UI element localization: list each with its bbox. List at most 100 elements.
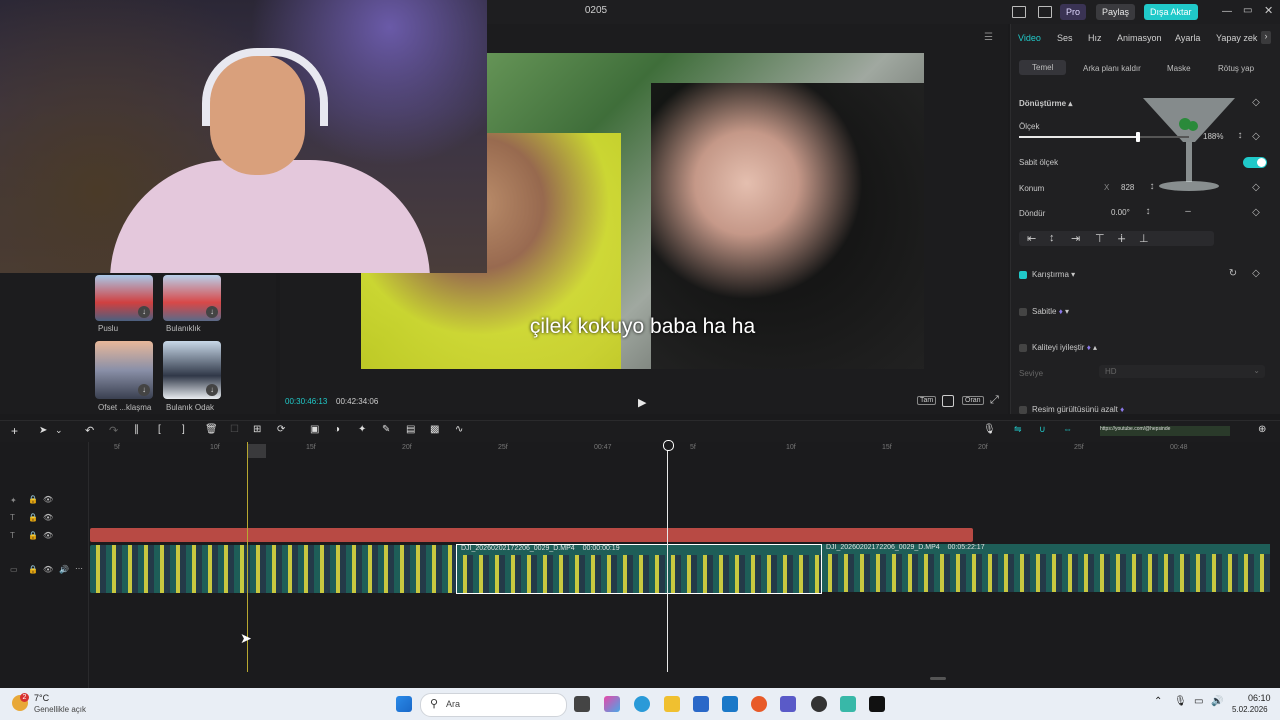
shield-icon[interactable]: ☐	[230, 424, 239, 435]
full-quality-button[interactable]: Tam	[917, 396, 937, 405]
blend-checkbox[interactable]	[1019, 271, 1027, 279]
download-icon[interactable]: ↓	[206, 306, 218, 318]
share-button[interactable]: Paylaş	[1096, 4, 1136, 20]
microphone-tray-icon[interactable]: 🎙	[1174, 696, 1187, 707]
align-left-icon[interactable]: ⇤	[1027, 232, 1036, 245]
store-icon[interactable]	[693, 696, 709, 712]
lock-icon[interactable]: 🔒	[28, 495, 38, 504]
tab-audio[interactable]: Ses	[1057, 33, 1073, 43]
ratio-button[interactable]: Oran	[962, 396, 984, 405]
enhance-heading[interactable]: Kaliteyi iyileştir ♦ ▴	[1032, 343, 1097, 352]
stabilize-checkbox[interactable]	[1019, 308, 1027, 316]
tab-video[interactable]: Video	[1018, 33, 1041, 43]
close-icon[interactable]: ✕	[1264, 4, 1273, 17]
subtab-remove-bg[interactable]: Arka planı kaldır	[1083, 64, 1141, 73]
crop-icon[interactable]: ⊞	[253, 424, 261, 435]
chevron-down-icon[interactable]: ⌄	[55, 425, 63, 436]
clock-date[interactable]: 5.02.2026	[1232, 705, 1268, 714]
eye-icon[interactable]: 👁	[43, 513, 53, 522]
fullscreen-icon[interactable]: ⤢	[990, 394, 999, 407]
lock-icon[interactable]: 🔒	[28, 513, 38, 522]
transform-heading[interactable]: Dönüştürme ▴	[1019, 99, 1072, 108]
shortcut-icon[interactable]	[1038, 6, 1052, 18]
media-app-icon[interactable]	[811, 696, 827, 712]
subtab-basic[interactable]: Temel	[1019, 60, 1067, 75]
audio-wave-icon[interactable]: ∿	[455, 424, 463, 435]
video-clip[interactable]	[90, 545, 456, 593]
snap-icon[interactable]: ⇔	[1063, 424, 1072, 434]
transform-icon[interactable]: ⟳	[277, 424, 285, 435]
keyframe-icon[interactable]: ◇	[1249, 130, 1263, 144]
align-top-icon[interactable]: ⊤	[1095, 232, 1105, 245]
keyframe-icon[interactable]: ◇	[1249, 267, 1263, 281]
microphone-icon[interactable]: 🎙	[983, 424, 996, 435]
image-icon[interactable]: ▩	[430, 424, 439, 435]
capcut-icon[interactable]	[869, 696, 885, 712]
magnet-icon[interactable]: ∪	[1039, 424, 1046, 435]
download-icon[interactable]: ↓	[138, 384, 150, 396]
export-button[interactable]: Dışa Aktar	[1144, 4, 1198, 20]
select-tool-icon[interactable]: ➤	[39, 425, 47, 436]
firefox-icon[interactable]	[751, 696, 767, 712]
denoise-heading[interactable]: Resim gürültüsünü azalt ♦	[1032, 405, 1124, 414]
text-clip[interactable]	[90, 528, 973, 542]
rotate-value[interactable]: 0.00°	[1111, 208, 1130, 217]
subtitle-text[interactable]: çilek kokuyo baba ha ha	[361, 315, 924, 339]
screenshot-icon[interactable]	[942, 395, 954, 407]
tab-animation[interactable]: Animasyon	[1117, 33, 1162, 43]
add-icon[interactable]: +	[11, 424, 18, 438]
video-clip-selected[interactable]: DJI_20260202172206_0029_D.MP4 00:00:00:1…	[456, 544, 822, 594]
weather-text[interactable]: Genellikle açık	[34, 705, 86, 714]
menu-icon[interactable]: ☰	[984, 32, 993, 43]
timeline[interactable]: 5f 10f 15f 20f 25f 00:47 5f 10f 15f 20f 25f 00:48 ✦…	[0, 440, 1280, 688]
time-ruler[interactable]: 5f 10f 15f 20f 25f 00:47 5f 10f 15f 20f 25f 00:48	[88, 442, 1280, 454]
layout-icon[interactable]	[1012, 6, 1026, 18]
temperature[interactable]: 7°C	[34, 693, 49, 703]
magic-icon[interactable]: ✦	[358, 424, 366, 435]
maximize-icon[interactable]: ▭	[1243, 5, 1252, 16]
align-bottom-icon[interactable]: ⊥	[1139, 232, 1149, 245]
enhance-checkbox[interactable]	[1019, 344, 1027, 352]
link-icon[interactable]: ⇋	[1014, 424, 1022, 435]
freeze-icon[interactable]: ▣	[310, 424, 319, 435]
redo-icon[interactable]: ↷	[109, 424, 118, 437]
auto-cut-icon[interactable]: ✎	[382, 424, 390, 435]
stepper-icon[interactable]: ↕	[1233, 129, 1247, 143]
volume-icon[interactable]: 🔊	[1211, 696, 1223, 707]
lock-icon[interactable]: 🔒	[28, 565, 38, 574]
playhead-handle[interactable]	[663, 440, 674, 451]
eye-icon[interactable]: 👁	[43, 531, 53, 540]
stepper-icon[interactable]: ↕	[1145, 180, 1159, 194]
chevron-right-icon[interactable]: ›	[1261, 31, 1271, 44]
windows-start-icon[interactable]	[396, 696, 412, 712]
zoom-icon[interactable]: ⊕	[1258, 424, 1266, 435]
notepad-icon[interactable]	[840, 696, 856, 712]
eye-icon[interactable]: 👁	[43, 565, 53, 574]
chevron-up-icon[interactable]: ⌃	[1154, 696, 1162, 707]
teams-icon[interactable]	[780, 696, 796, 712]
download-icon[interactable]: ↓	[206, 384, 218, 396]
download-icon[interactable]: ↓	[138, 306, 150, 318]
scrollbar[interactable]	[930, 677, 946, 680]
tab-speed[interactable]: Hız	[1088, 33, 1102, 43]
clock-time[interactable]: 06:10	[1248, 693, 1271, 703]
playhead-line[interactable]	[667, 442, 668, 672]
scale-value[interactable]: 188%	[1203, 132, 1223, 141]
search-box[interactable]: ⚲ Ara	[420, 693, 567, 717]
more-icon[interactable]: ⋯	[75, 564, 83, 573]
align-right-icon[interactable]: ⇥	[1071, 232, 1080, 245]
video-clip[interactable]: DJI_20260202172206_0029_D.MP4 00:05:22:1…	[822, 544, 1270, 592]
enhance-quality-select[interactable]: HD ⌄	[1099, 365, 1265, 378]
task-view-icon[interactable]	[574, 696, 590, 712]
mirror-icon[interactable]: ◑	[334, 424, 340, 435]
uniform-scale-toggle[interactable]	[1243, 157, 1267, 168]
minimize-icon[interactable]: —	[1222, 6, 1232, 17]
align-center-icon[interactable]: ↕	[1049, 232, 1055, 244]
copilot-icon[interactable]	[604, 696, 620, 712]
blend-heading[interactable]: Karıştırma ▾	[1032, 270, 1075, 279]
keyframe-icon[interactable]: ◇	[1249, 96, 1263, 110]
network-icon[interactable]: ▭	[1194, 696, 1203, 707]
keyframe-icon[interactable]: ◇	[1249, 181, 1263, 195]
align-middle-icon[interactable]: ∔	[1117, 232, 1126, 245]
pro-button[interactable]: Pro	[1060, 4, 1087, 20]
